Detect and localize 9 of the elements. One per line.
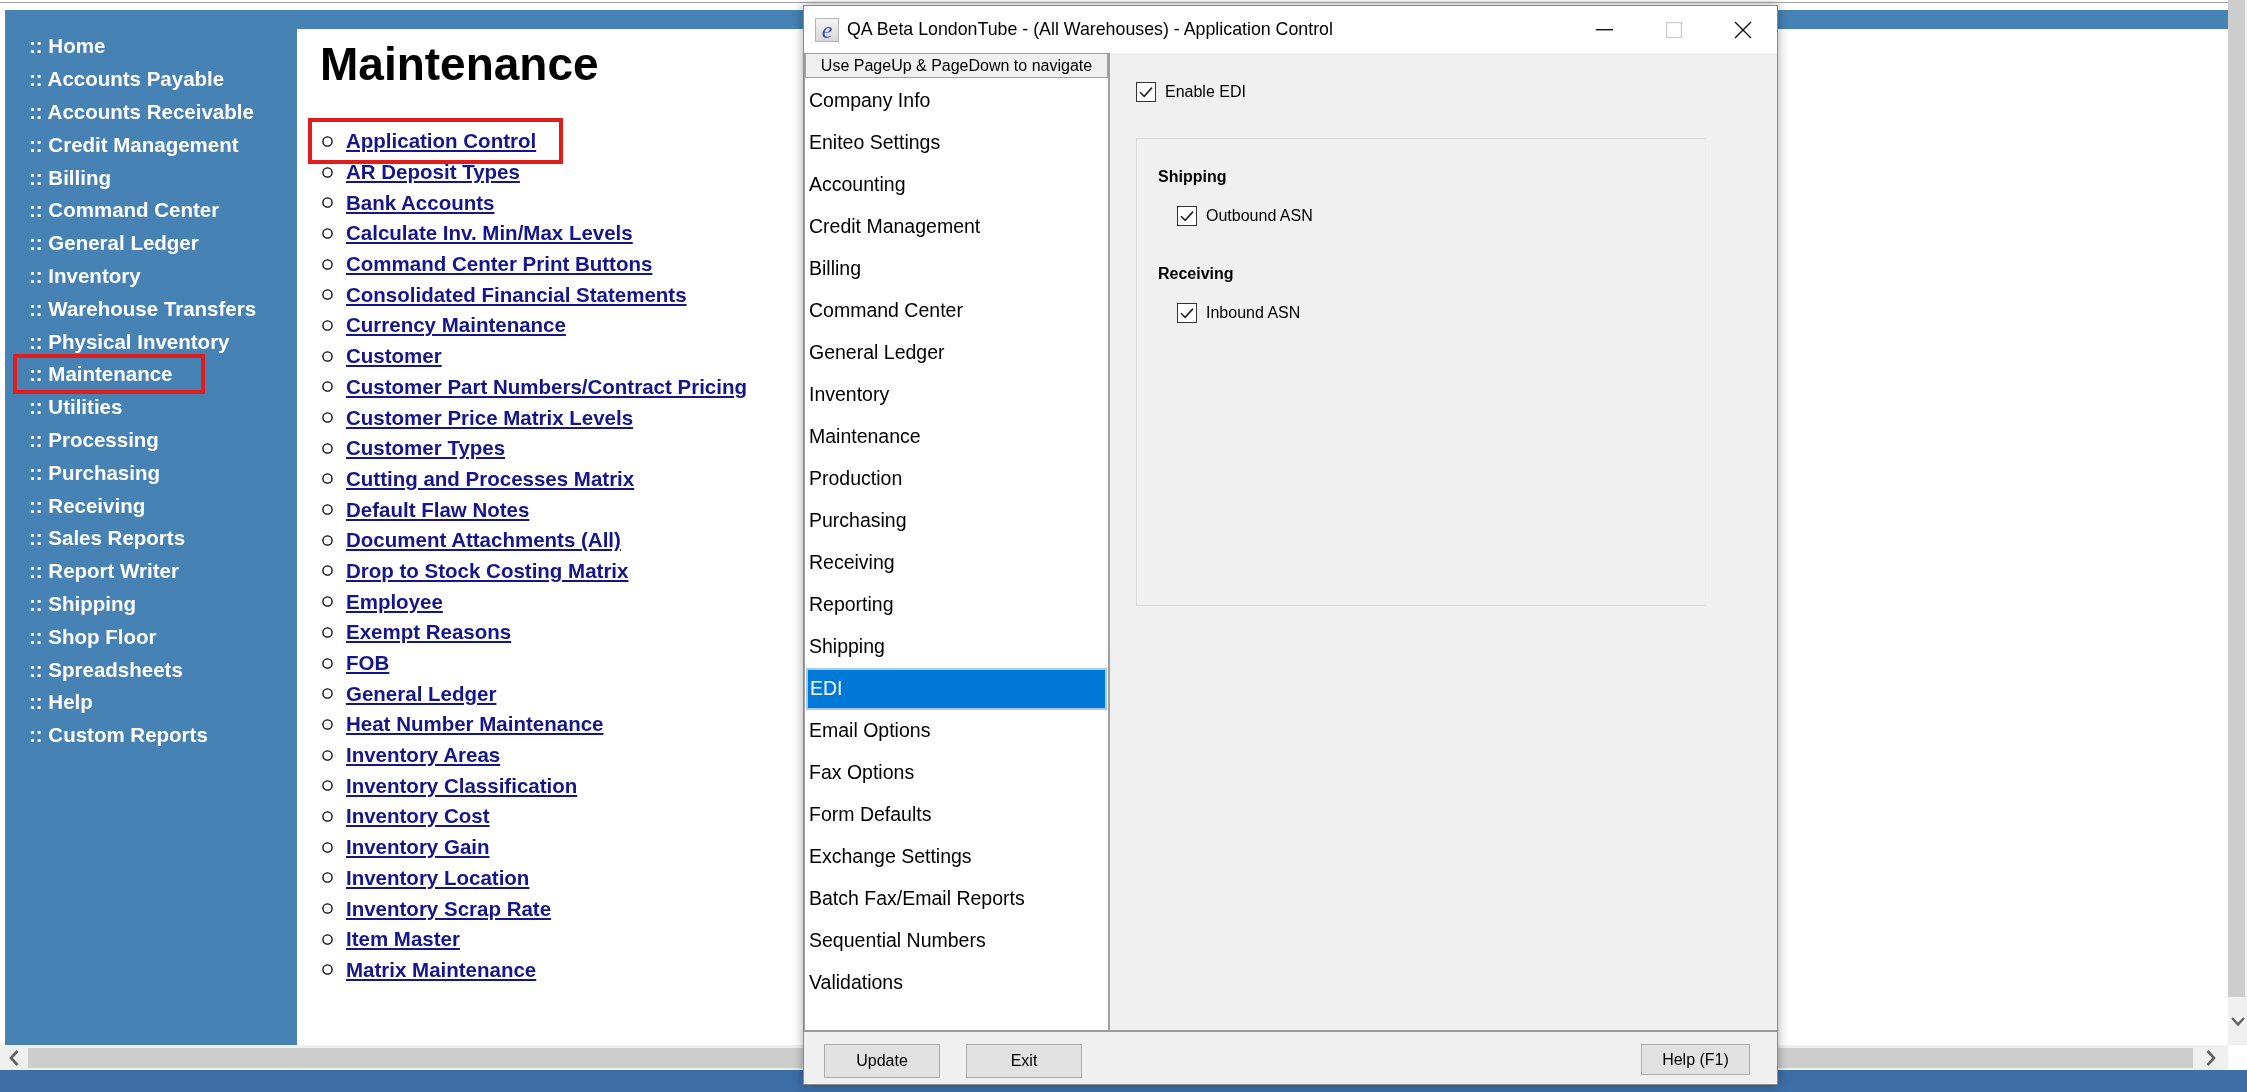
window-title: QA Beta LondonTube - (All Warehouses) - Application Control	[847, 18, 1333, 42]
checkbox-label: Enable EDI	[1165, 82, 1246, 102]
group-heading: Receiving	[1158, 264, 1234, 284]
group-heading: Shipping	[1158, 167, 1227, 187]
page-heading: Maintenance	[320, 39, 599, 89]
checkbox-label: Inbound ASN	[1206, 303, 1301, 323]
app-logo: e	[815, 17, 839, 42]
checkbox-label: Outbound ASN	[1206, 206, 1313, 226]
navigation-hint: Use PageUp & PageDown to navigate	[805, 53, 1108, 78]
